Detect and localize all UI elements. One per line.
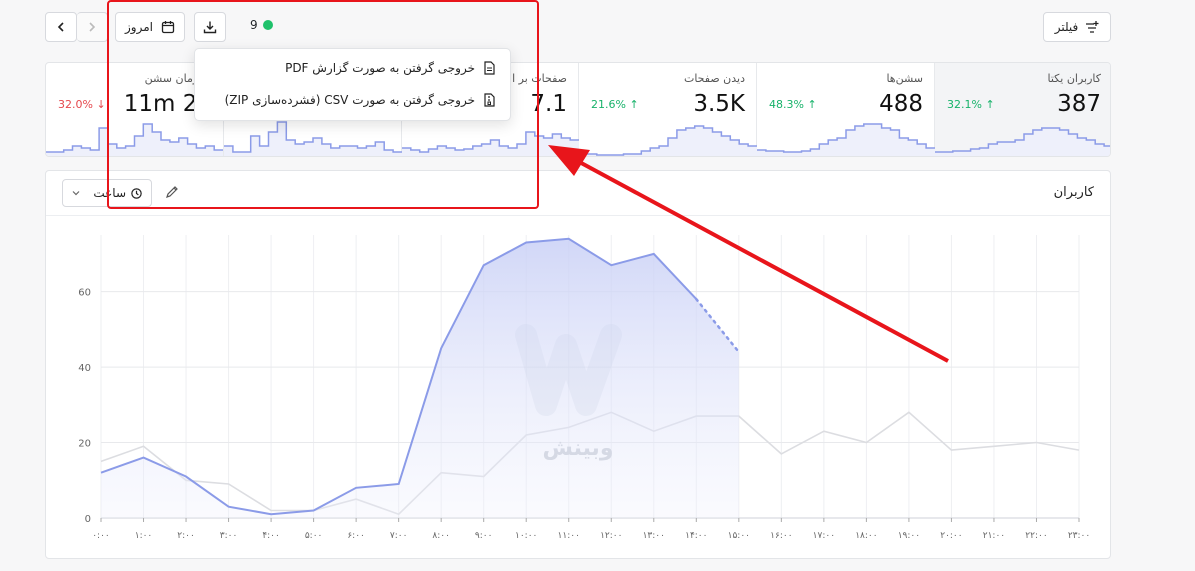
users-chart-panel: کاربران ساعت 0 20 40 60 ۰:۰۰ ۱:۰۰ ۲:۰۰ ۳:۰۰ ۴:۰۰… <box>45 170 1111 559</box>
live-dot-icon <box>262 20 273 30</box>
chevron-down-icon <box>72 191 80 196</box>
chevron-left-icon <box>57 22 64 32</box>
x-tick-label: ۱۲:۰۰ <box>600 531 622 541</box>
stat-title: سشن‌ها <box>886 72 923 85</box>
x-tick-label: ۹:۰۰ <box>475 531 493 541</box>
stat-sparkline <box>224 121 402 156</box>
x-tick-label: ۲۱:۰۰ <box>983 531 1005 541</box>
interval-label: ساعت <box>93 186 126 200</box>
arrow-up-icon: ↑ <box>803 98 817 111</box>
arrow-up-icon: ↑ <box>625 98 639 111</box>
x-tick-label: ۰:۰۰ <box>92 531 110 541</box>
export-csv-item[interactable]: خروجی گرفتن به صورت CSV (فشرده‌سازی ZIP) <box>225 93 496 107</box>
filter-button[interactable]: فیلتر <box>1043 12 1111 42</box>
x-tick-label: ۲۲:۰۰ <box>1025 531 1047 541</box>
stat-change-value: 48.3% <box>769 98 804 111</box>
filter-add-icon <box>1086 21 1099 33</box>
interval-select[interactable]: ساعت <box>62 179 152 207</box>
stat-change: 32.0% ↓ <box>58 98 106 111</box>
edit-chart-button[interactable] <box>164 184 182 202</box>
file-zip-icon <box>483 93 496 107</box>
x-tick-label: ۱۹:۰۰ <box>898 531 920 541</box>
download-icon <box>203 21 217 34</box>
stat-sparkline <box>402 131 579 156</box>
x-tick-label: ۲۰:۰۰ <box>940 531 962 541</box>
stat-change-value: 32.0% <box>58 98 93 111</box>
x-tick-label: ۷:۰۰ <box>390 531 408 541</box>
stat-value: 3.5K <box>693 91 745 117</box>
current-period-area <box>101 238 739 519</box>
stat-sparkline <box>935 127 1110 156</box>
x-tick-label: ۲:۰۰ <box>177 531 195 541</box>
export-pdf-label: خروجی گرفتن به صورت گزارش PDF <box>285 61 475 75</box>
y-tick-label: 0 <box>85 514 91 525</box>
stat-change: 32.1% ↑ <box>947 98 995 111</box>
x-tick-label: ۱۰:۰۰ <box>515 531 537 541</box>
date-label: امروز <box>125 20 153 34</box>
x-tick-label: ۱۶:۰۰ <box>770 531 792 541</box>
x-tick-label: ۲۳:۰۰ <box>1068 531 1090 541</box>
calendar-icon <box>161 21 175 34</box>
x-tick-label: ۱۸:۰۰ <box>855 531 877 541</box>
chart-panel-header: کاربران ساعت <box>46 171 1110 216</box>
stat-change-value: 32.1% <box>947 98 982 111</box>
export-pdf-item[interactable]: خروجی گرفتن به صورت گزارش PDF <box>285 61 496 75</box>
y-tick-label: 20 <box>78 439 91 450</box>
stat-value: 488 <box>879 91 923 117</box>
live-count: 9 <box>250 18 258 32</box>
pen-icon <box>166 186 178 198</box>
arrow-up-icon: ↑ <box>981 98 995 111</box>
stat-change-value: 21.6% <box>591 98 626 111</box>
x-tick-label: ۱۷:۰۰ <box>813 531 835 541</box>
export-menu: خروجی گرفتن به صورت گزارش PDF خروجی گرفت… <box>194 48 511 121</box>
y-tick-label: 60 <box>78 288 91 299</box>
x-tick-label: ۱۵:۰۰ <box>728 531 750 541</box>
x-tick-label: ۵:۰۰ <box>305 531 323 541</box>
stat-card[interactable]: کاربران یکتا 387 32.1% ↑ <box>934 63 1110 156</box>
x-tick-label: ۸:۰۰ <box>432 531 450 541</box>
stat-title: دیدن صفحات <box>683 72 745 85</box>
live-users-indicator: 9 <box>250 18 273 32</box>
stat-card[interactable]: دیدن صفحات 3.5K 21.6% ↑ <box>578 63 757 156</box>
chevron-right-icon <box>89 22 96 32</box>
x-tick-label: ۴:۰۰ <box>262 531 280 541</box>
stat-change: 48.3% ↑ <box>769 98 817 111</box>
clock-history-icon <box>131 187 142 199</box>
x-tick-label: ۱:۰۰ <box>135 531 153 541</box>
stat-change: 21.6% ↑ <box>591 98 639 111</box>
export-csv-label: خروجی گرفتن به صورت CSV (فشرده‌سازی ZIP) <box>224 93 475 107</box>
stat-sparkline <box>579 125 757 156</box>
stat-card[interactable]: سشن‌ها 488 48.3% ↑ <box>756 63 935 156</box>
stat-sparkline <box>757 123 935 156</box>
export-button[interactable] <box>194 12 226 42</box>
filter-label: فیلتر <box>1054 20 1079 34</box>
arrow-down-icon: ↓ <box>92 98 106 111</box>
x-tick-label: ۱۳:۰۰ <box>643 531 665 541</box>
users-line-chart: 0 20 40 60 ۰:۰۰ ۱:۰۰ ۲:۰۰ ۳:۰۰ ۴:۰۰ ۵:۰۰ ۶:۰۰ ۷:۰۰ ۸… <box>78 235 1090 541</box>
x-tick-label: ۳:۰۰ <box>220 531 238 541</box>
y-tick-label: 40 <box>78 363 91 374</box>
x-tick-label: ۱۱:۰۰ <box>558 531 580 541</box>
chart-panel-title: کاربران <box>1053 185 1094 200</box>
x-tick-label: ۶:۰۰ <box>347 531 365 541</box>
stat-sparkline <box>46 123 223 156</box>
next-button[interactable] <box>77 12 108 42</box>
stat-title: کاربران یکتا <box>1047 72 1101 85</box>
stat-title: صفحات بر ا <box>512 72 567 85</box>
file-text-icon <box>483 61 496 75</box>
stat-value: 7.1 <box>530 91 567 117</box>
prev-button[interactable] <box>45 12 77 42</box>
date-picker-button[interactable]: امروز <box>115 12 185 42</box>
stat-value: 387 <box>1057 91 1101 117</box>
x-tick-label: ۱۴:۰۰ <box>685 531 707 541</box>
